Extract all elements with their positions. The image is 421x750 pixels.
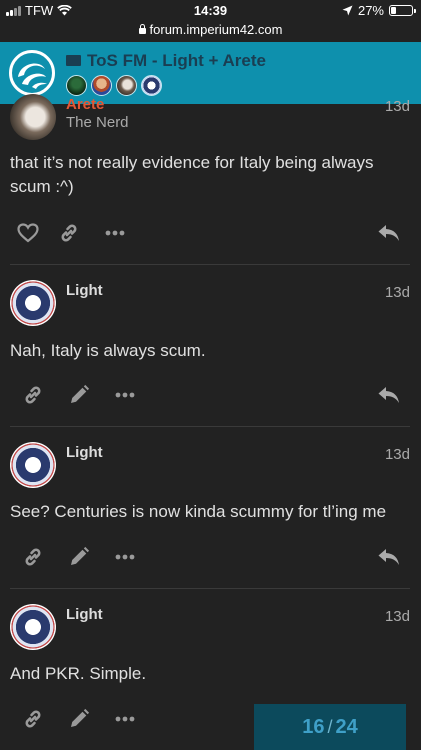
post-body: Nah, Italy is always scum. [10, 341, 206, 360]
post-actions [0, 218, 421, 254]
link-icon [61, 224, 77, 242]
post-date[interactable]: 13d [385, 608, 410, 625]
like-button[interactable] [13, 218, 43, 248]
swirl-logo-icon [18, 63, 47, 89]
envelope-icon [66, 55, 81, 66]
pencil-icon [71, 708, 90, 727]
reply-button[interactable] [374, 218, 404, 248]
share-link-button[interactable] [54, 218, 84, 248]
location-arrow-icon [342, 5, 353, 16]
reply-button[interactable] [374, 542, 404, 572]
ellipsis-icon [115, 554, 135, 560]
link-icon [25, 386, 41, 404]
more-options-button[interactable] [110, 704, 140, 734]
heart-icon [17, 223, 39, 243]
post-divider [10, 426, 410, 427]
share-link-button[interactable] [18, 542, 48, 572]
post-date[interactable]: 13d [385, 98, 410, 115]
post-divider [10, 264, 410, 265]
link-icon [25, 710, 41, 728]
user-avatar[interactable] [10, 442, 56, 488]
post-body: that it’s not really evidence for Italy … [10, 153, 374, 196]
post-date[interactable]: 13d [385, 446, 410, 463]
url-text: forum.imperium42.com [149, 22, 283, 37]
participant-avatars [66, 75, 162, 96]
participant-avatar[interactable] [141, 75, 162, 96]
ellipsis-icon [105, 230, 125, 236]
edit-button[interactable] [64, 704, 94, 734]
share-link-button[interactable] [18, 704, 48, 734]
more-options-button[interactable] [110, 542, 140, 572]
post-username[interactable]: Arete [66, 96, 104, 113]
progress-current: 16 [302, 715, 325, 738]
reply-icon [378, 387, 399, 403]
more-options-button[interactable] [100, 218, 130, 248]
share-link-button[interactable] [18, 380, 48, 410]
user-avatar[interactable] [10, 94, 56, 140]
pencil-icon [71, 546, 90, 565]
reply-icon [378, 549, 399, 565]
topic-progress[interactable]: 16 / 24 [254, 704, 406, 750]
reply-icon [378, 225, 399, 241]
topic-title-text: ToS FM - Light + Arete [87, 51, 266, 70]
forum-header: ToS FM - Light + Arete [0, 42, 421, 104]
ellipsis-icon [115, 716, 135, 722]
post-body: See? Centuries is now kinda scummy for t… [10, 502, 387, 521]
post-actions [0, 380, 421, 416]
battery-fill [391, 7, 397, 14]
pencil-icon [71, 384, 90, 403]
post-actions [0, 542, 421, 578]
progress-separator: / [327, 716, 333, 737]
status-bar: TFW 14:39 27% [0, 0, 421, 22]
participant-avatar[interactable] [91, 75, 112, 96]
progress-total: 24 [335, 715, 358, 738]
battery-percent: 27% [357, 3, 384, 18]
topic-title[interactable]: ToS FM - Light + Arete [66, 51, 266, 71]
post-date[interactable]: 13d [385, 284, 410, 301]
user-title: The Nerd [66, 114, 129, 131]
edit-button[interactable] [64, 542, 94, 572]
post-username[interactable]: Light [66, 606, 103, 623]
user-avatar[interactable] [10, 280, 56, 326]
ellipsis-icon [115, 392, 135, 398]
more-options-button[interactable] [110, 380, 140, 410]
post-username[interactable]: Light [66, 282, 103, 299]
forum-logo[interactable] [9, 50, 55, 96]
lock-icon [138, 24, 146, 34]
status-right-group: 27% [342, 3, 416, 18]
reply-button[interactable] [374, 380, 404, 410]
url-bar[interactable]: forum.imperium42.com [0, 22, 421, 42]
edit-button[interactable] [64, 380, 94, 410]
battery-icon [389, 5, 416, 16]
post-body: And PKR. Simple. [10, 664, 147, 683]
post-username[interactable]: Light [66, 444, 103, 461]
post-divider [10, 588, 410, 589]
link-icon [25, 548, 41, 566]
participant-avatar[interactable] [116, 75, 137, 96]
participant-avatar[interactable] [66, 75, 87, 96]
user-avatar[interactable] [10, 604, 56, 650]
